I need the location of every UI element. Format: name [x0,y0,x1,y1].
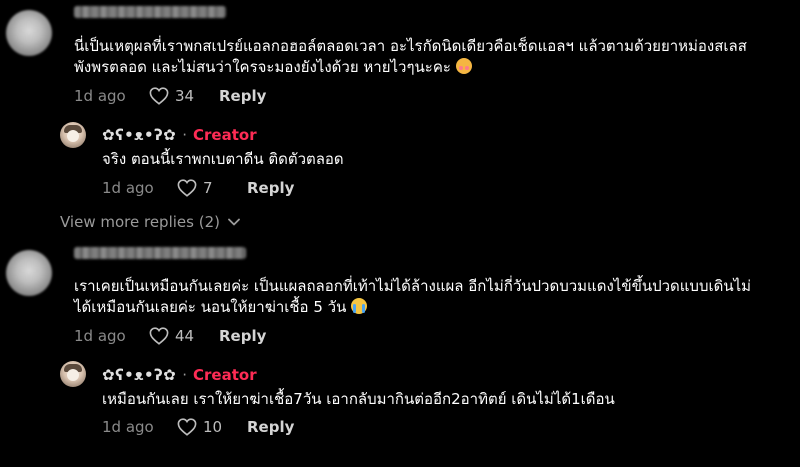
creator-badge: Creator [193,366,257,384]
heart-icon [149,327,169,345]
reply-button[interactable]: Reply [219,327,266,345]
username-blurred[interactable] [74,247,246,259]
view-more-label: View more replies (2) [60,213,220,231]
loudly-crying-face-icon [351,298,368,314]
creator-badge: Creator [193,126,257,144]
avatar-face [67,130,79,142]
separator-dot: · [182,366,188,384]
smiling-face-with-hearts-icon [455,58,472,74]
reply-time: 1d ago [102,179,154,197]
reply-button[interactable]: Reply [247,418,294,436]
comment-text-line2: พังพรตลอด และไม่สนว่าใครจะมองยังไงด้วย ห… [74,58,451,76]
reply-text: เหมือนกันเลย เราให้ยาฆ่าเชื้อ7วัน เอากลั… [102,390,615,408]
creator-header: ✿ʕ•ᴥ•ʔ✿ · Creator [102,124,257,146]
like-button[interactable]: 7 [177,179,247,197]
view-more-replies-button[interactable]: View more replies (2) [60,213,240,231]
like-count: 7 [203,179,213,197]
comment-text: เราเคยเป็นเหมือนกันเลยค่ะ เป็นแผลถลอกที่… [74,276,751,318]
comment-text-line1: เราเคยเป็นเหมือนกันเลยค่ะ เป็นแผลถลอกที่… [74,277,752,295]
like-button[interactable]: 44 [149,327,219,345]
reply-button[interactable]: Reply [247,179,294,197]
avatar-face [67,369,79,381]
like-count: 10 [203,418,223,436]
comment-meta: 1d ago 34 Reply [74,85,266,107]
reply-text: จริง ตอนนี้เราพกเบตาดีน ติดตัวตลอด [102,150,344,168]
like-count: 34 [175,87,195,105]
creator-username[interactable]: ✿ʕ•ᴥ•ʔ✿ [102,126,176,144]
creator-avatar[interactable] [60,122,86,148]
separator-dot: · [182,126,188,144]
comment-time: 1d ago [74,87,126,105]
heart-icon [177,418,197,436]
username-blurred[interactable] [74,6,226,18]
comment-text: นี่เป็นเหตุผลที่เราพกสเปรย์แอลกอฮอล์ตลอด… [74,36,747,78]
like-count: 44 [175,327,195,345]
comment-text-line2: ได้เหมือนกันเลยค่ะ นอนให้ยาฆ่าเชื้อ 5 วั… [74,298,347,316]
creator-username[interactable]: ✿ʕ•ᴥ•ʔ✿ [102,366,176,384]
heart-icon [149,87,169,105]
reply-meta: 1d ago 7 Reply [102,177,294,199]
comment-time: 1d ago [74,327,126,345]
like-button[interactable]: 10 [177,418,247,436]
chevron-down-icon [228,218,240,226]
reply-button[interactable]: Reply [219,87,266,105]
reply-meta: 1d ago 10 Reply [102,416,294,438]
avatar[interactable] [6,10,52,56]
comment-meta: 1d ago 44 Reply [74,325,266,347]
reply-time: 1d ago [102,418,154,436]
like-button[interactable]: 34 [149,87,219,105]
creator-header: ✿ʕ•ᴥ•ʔ✿ · Creator [102,364,257,386]
comment-text-line1: นี่เป็นเหตุผลที่เราพกสเปรย์แอลกอฮอล์ตลอด… [74,37,747,55]
heart-icon [177,179,197,197]
avatar[interactable] [6,250,52,296]
creator-avatar[interactable] [60,361,86,387]
